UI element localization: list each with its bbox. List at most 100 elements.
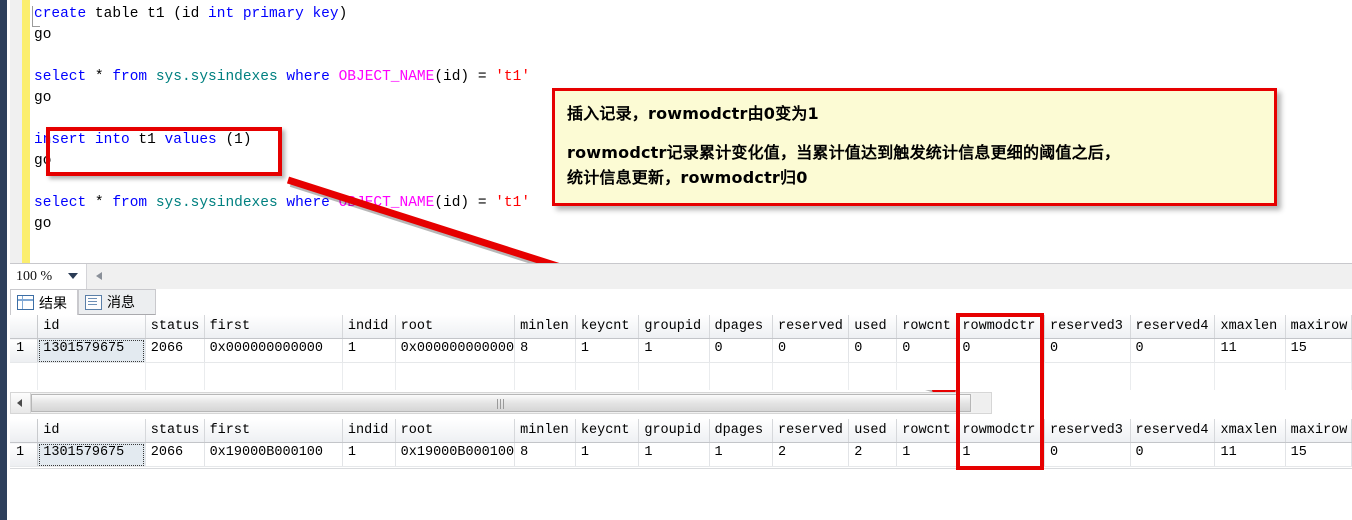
cell-id[interactable]: 1301579675	[37, 442, 146, 467]
cell-rowcnt[interactable]: 0	[896, 338, 958, 363]
cell-xmaxlen[interactable]: 11	[1214, 442, 1286, 467]
cell-root[interactable]: 0x000000000000	[395, 338, 516, 363]
editor-gutter	[10, 0, 22, 263]
row-number-cell[interactable]: 1	[10, 338, 39, 363]
splitter-caret-icon[interactable]	[96, 272, 102, 280]
empty-cell	[1044, 362, 1131, 390]
column-header-reserved4[interactable]: reserved4	[1130, 315, 1216, 339]
column-header-status[interactable]: status	[145, 315, 205, 339]
cell-keycnt[interactable]: 1	[575, 442, 640, 467]
cell-reserved[interactable]: 2	[772, 442, 850, 467]
column-header-first[interactable]: first	[204, 315, 343, 339]
code-token: )	[338, 6, 348, 22]
cell-reserved4[interactable]: 0	[1130, 442, 1216, 467]
cell-id[interactable]: 1301579675	[37, 338, 146, 363]
scroll-left-arrow-icon[interactable]	[11, 393, 31, 413]
results-horizontal-scrollbar[interactable]	[10, 392, 992, 414]
empty-cell	[37, 362, 146, 390]
column-header-id[interactable]: id	[37, 419, 146, 443]
cell-minlen[interactable]: 8	[514, 338, 576, 363]
column-header-groupid[interactable]: groupid	[638, 419, 710, 443]
cell-reserved3[interactable]: 0	[1044, 338, 1131, 363]
table-row: 1 1301579675 2066 0x19000B000100 1 0x19000B00…	[10, 442, 1352, 467]
column-header-root[interactable]: root	[395, 315, 516, 339]
column-header-reserved3[interactable]: reserved3	[1044, 419, 1131, 443]
column-header-dpages[interactable]: dpages	[709, 315, 773, 339]
code-token: 't1'	[495, 195, 531, 211]
column-header-status[interactable]: status	[145, 419, 205, 443]
cell-reserved[interactable]: 0	[772, 338, 850, 363]
zoom-level-combobox[interactable]: 100 %	[10, 264, 87, 289]
chevron-down-icon[interactable]	[68, 273, 78, 279]
cell-used[interactable]: 2	[848, 442, 898, 467]
code-line: go	[34, 25, 1334, 46]
cell-root[interactable]: 0x19000B000100	[395, 442, 516, 467]
cell-indid[interactable]: 1	[342, 442, 396, 467]
column-header-dpages[interactable]: dpages	[709, 419, 773, 443]
row-header-corner[interactable]	[10, 315, 39, 339]
column-header-reserved[interactable]: reserved	[772, 419, 850, 443]
cell-first[interactable]: 0x19000B000100	[204, 442, 343, 467]
rowmodctr-column-highlight-box	[956, 313, 1044, 470]
code-token: (id) =	[434, 195, 496, 211]
cell-reserved4[interactable]: 0	[1130, 338, 1216, 363]
cell-used[interactable]: 0	[848, 338, 898, 363]
tab-results[interactable]: 结果	[10, 289, 78, 315]
cell-rowcnt[interactable]: 1	[896, 442, 958, 467]
results-grid-2[interactable]: id status first indid root minlen keycnt groupi…	[10, 419, 1352, 467]
column-header-xmaxlen[interactable]: xmaxlen	[1214, 419, 1286, 443]
cell-reserved3[interactable]: 0	[1044, 442, 1131, 467]
column-header-first[interactable]: first	[204, 419, 343, 443]
cell-keycnt[interactable]: 1	[575, 338, 640, 363]
cell-indid[interactable]: 1	[342, 338, 396, 363]
cell-xmaxlen[interactable]: 11	[1214, 338, 1286, 363]
results-empty-area	[10, 470, 1352, 520]
column-header-used[interactable]: used	[848, 419, 898, 443]
column-header-rowcnt[interactable]: rowcnt	[896, 419, 958, 443]
column-header-indid[interactable]: indid	[342, 419, 396, 443]
column-header-minlen[interactable]: minlen	[514, 315, 576, 339]
column-header-maxirow[interactable]: maxirow	[1285, 315, 1352, 339]
cell-groupid[interactable]: 1	[638, 442, 710, 467]
zoom-level-value: 100 %	[16, 268, 53, 284]
message-icon	[85, 294, 102, 310]
cell-first[interactable]: 0x000000000000	[204, 338, 343, 363]
column-header-xmaxlen[interactable]: xmaxlen	[1214, 315, 1286, 339]
table-header-row: id status first indid root minlen keycnt groupi…	[10, 315, 1352, 339]
column-header-groupid[interactable]: groupid	[638, 315, 710, 339]
table-row: 1 1301579675 2066 0x000000000000 1 0x00000000…	[10, 338, 1352, 363]
column-header-id[interactable]: id	[37, 315, 146, 339]
column-header-maxirow[interactable]: maxirow	[1285, 419, 1352, 443]
column-header-used[interactable]: used	[848, 315, 898, 339]
column-header-keycnt[interactable]: keycnt	[575, 419, 640, 443]
column-header-minlen[interactable]: minlen	[514, 419, 576, 443]
editor-change-bar	[22, 0, 30, 263]
cell-dpages[interactable]: 0	[709, 338, 773, 363]
column-header-reserved[interactable]: reserved	[772, 315, 850, 339]
row-number-cell[interactable]: 1	[10, 442, 39, 467]
row-header-corner[interactable]	[10, 419, 39, 443]
column-header-indid[interactable]: indid	[342, 315, 396, 339]
scrollbar-thumb[interactable]	[31, 394, 971, 412]
annotation-line-3: 统计信息更新，rowmodctr归0	[567, 168, 808, 187]
column-header-reserved4[interactable]: reserved4	[1130, 419, 1216, 443]
column-header-reserved3[interactable]: reserved3	[1044, 315, 1131, 339]
cell-status[interactable]: 2066	[145, 442, 205, 467]
tab-messages[interactable]: 消息	[78, 289, 156, 315]
cell-maxirow[interactable]: 15	[1285, 442, 1352, 467]
results-grid-1[interactable]: id status first indid root minlen keycnt groupi…	[10, 315, 1352, 390]
column-header-keycnt[interactable]: keycnt	[575, 315, 640, 339]
cell-dpages[interactable]: 1	[709, 442, 773, 467]
empty-cell	[395, 362, 516, 390]
cell-minlen[interactable]: 8	[514, 442, 576, 467]
cell-status[interactable]: 2066	[145, 338, 205, 363]
cell-maxirow[interactable]: 15	[1285, 338, 1352, 363]
cell-groupid[interactable]: 1	[638, 338, 710, 363]
empty-cell	[772, 362, 850, 390]
column-header-root[interactable]: root	[395, 419, 516, 443]
column-header-rowcnt[interactable]: rowcnt	[896, 315, 958, 339]
code-token: where	[286, 69, 330, 85]
